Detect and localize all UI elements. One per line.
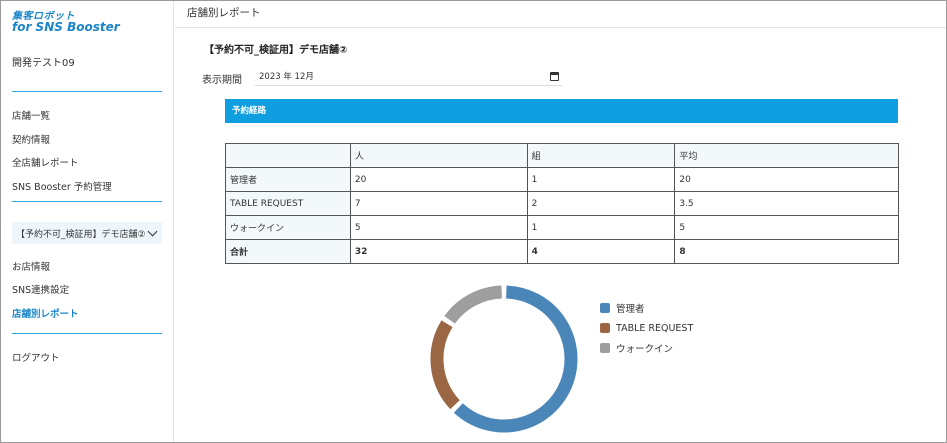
table-cell: 1 bbox=[526, 167, 676, 192]
table-cell: 7 bbox=[349, 191, 528, 216]
page-title: 店舗別レポート bbox=[187, 7, 261, 19]
table-cell: TABLE REQUEST bbox=[225, 191, 351, 216]
table-cell: 4 bbox=[526, 239, 676, 264]
app-logo[interactable]: 集客ロボット for SNS Booster bbox=[12, 11, 122, 33]
sidebar-item-all-store-report[interactable]: 全店舗レポート bbox=[12, 155, 79, 169]
sidebar-item-store-list[interactable]: 店舗一覧 bbox=[12, 108, 50, 122]
donut-slice-1[interactable] bbox=[430, 320, 460, 410]
legend-swatch bbox=[600, 323, 610, 333]
store-select[interactable]: 【予約不可_検証用】デモ店舗② bbox=[12, 222, 162, 244]
period-date-input[interactable]: 2023 年 12月 bbox=[255, 68, 562, 86]
chevron-down-icon bbox=[147, 226, 158, 237]
donut-slice-2[interactable] bbox=[444, 285, 503, 324]
table-row: 管理者 20 1 20 bbox=[225, 167, 899, 192]
table-header-cell: 平均 bbox=[674, 143, 899, 168]
logo-line2: for SNS Booster bbox=[12, 20, 120, 34]
table-cell: 管理者 bbox=[225, 167, 351, 192]
legend-swatch bbox=[600, 343, 610, 353]
legend-item[interactable]: ウォークイン bbox=[600, 338, 693, 358]
legend-label: TABLE REQUEST bbox=[616, 322, 694, 334]
legend-label: ウォークイン bbox=[616, 344, 674, 355]
legend-label: 管理者 bbox=[616, 304, 645, 315]
table-cell: 20 bbox=[674, 167, 899, 192]
donut-slice-0[interactable] bbox=[453, 285, 578, 433]
table-header-cell: 組 bbox=[526, 143, 676, 168]
table-cell: 合計 bbox=[225, 239, 351, 264]
donut-chart bbox=[430, 285, 578, 433]
table-cell: 5 bbox=[349, 215, 528, 240]
table-cell: 32 bbox=[349, 239, 528, 264]
sidebar-divider bbox=[12, 333, 162, 334]
table-row: ウォークイン 5 1 5 bbox=[225, 215, 899, 240]
table-cell: 5 bbox=[674, 215, 899, 240]
sidebar-divider bbox=[12, 201, 162, 202]
sidebar-item-contract[interactable]: 契約情報 bbox=[12, 132, 50, 146]
table-cell: 1 bbox=[526, 215, 676, 240]
section-header: 予約経路 bbox=[225, 99, 898, 123]
main-content: 【予約不可_検証用】デモ店舗② 表示期間 2023 年 12月 予約経路 人 組… bbox=[175, 28, 946, 442]
sidebar-item-store-info[interactable]: お店情報 bbox=[12, 259, 50, 273]
account-name: 開発テスト09 bbox=[12, 58, 75, 69]
store-select-value: 【予約不可_検証用】デモ店舗② bbox=[16, 229, 146, 240]
page-header: 店舗別レポート bbox=[175, 1, 946, 28]
table-cell: 3.5 bbox=[674, 191, 899, 216]
table-header-row: 人 組 平均 bbox=[225, 143, 899, 168]
sidebar-item-logout[interactable]: ログアウト bbox=[12, 350, 60, 364]
period-label: 表示期間 bbox=[202, 75, 242, 86]
table-cell: 20 bbox=[349, 167, 528, 192]
report-card: 【予約不可_検証用】デモ店舗② 表示期間 2023 年 12月 予約経路 人 組… bbox=[175, 28, 946, 442]
legend-swatch bbox=[600, 303, 610, 313]
period-date-value: 2023 年 12月 bbox=[259, 72, 314, 82]
sidebar-item-sns-settings[interactable]: SNS連携設定 bbox=[12, 282, 69, 296]
legend-item[interactable]: TABLE REQUEST bbox=[600, 318, 693, 338]
table-row: TABLE REQUEST 7 2 3.5 bbox=[225, 191, 899, 216]
table-total-row: 合計 32 4 8 bbox=[225, 239, 899, 264]
table-header-cell: 人 bbox=[349, 143, 528, 168]
sidebar-item-reservation-management[interactable]: SNS Booster 予約管理 bbox=[12, 179, 112, 193]
calendar-icon[interactable] bbox=[550, 72, 559, 81]
sidebar-item-store-report[interactable]: 店舗別レポート bbox=[12, 306, 79, 320]
sidebar: 集客ロボット for SNS Booster 開発テスト09 店舗一覧 契約情報… bbox=[1, 1, 174, 442]
sidebar-divider bbox=[12, 91, 162, 92]
store-title: 【予約不可_検証用】デモ店舗② bbox=[204, 45, 348, 56]
table-cell: 2 bbox=[526, 191, 676, 216]
section-title: 予約経路 bbox=[232, 106, 267, 116]
chart-legend: 管理者 TABLE REQUEST ウォークイン bbox=[600, 298, 693, 358]
table-cell: 8 bbox=[674, 239, 899, 264]
legend-item[interactable]: 管理者 bbox=[600, 298, 693, 318]
reservation-route-table: 人 組 平均 管理者 20 1 20 TABLE REQUEST 7 2 3.5 bbox=[225, 143, 899, 264]
table-header-cell bbox=[225, 143, 351, 168]
table-cell: ウォークイン bbox=[225, 215, 351, 240]
